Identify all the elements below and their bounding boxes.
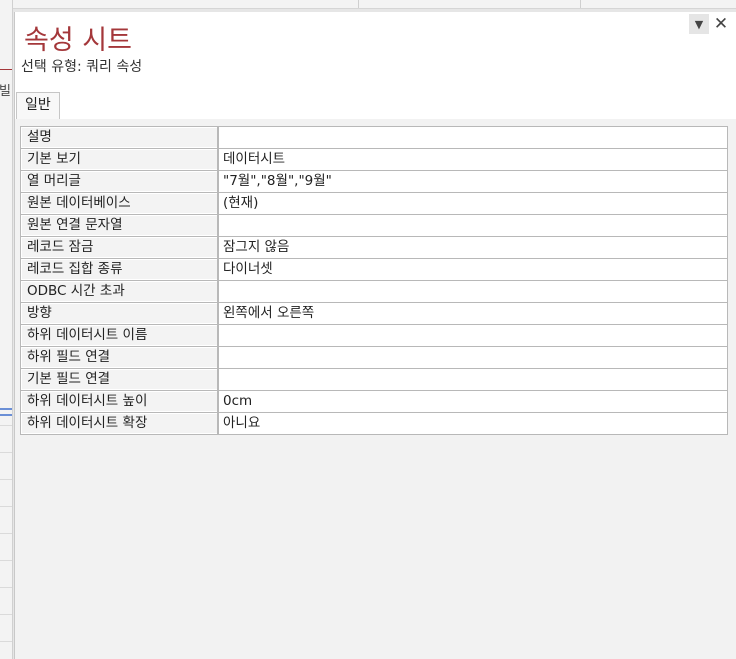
background-row-line [0, 506, 12, 507]
background-accent-line [0, 69, 12, 70]
column-separator [580, 0, 581, 8]
pane-title: 속성 시트 [24, 25, 132, 56]
property-value-field[interactable]: 데이터시트 [219, 149, 727, 170]
close-pane-button[interactable]: ✕ [711, 14, 731, 34]
background-column-headers [12, 0, 736, 9]
pane-options-button[interactable]: ▼ [689, 14, 709, 34]
property-value-field[interactable]: 왼쪽에서 오른쪽 [219, 303, 727, 324]
property-row[interactable]: 설명 [21, 127, 727, 149]
property-row[interactable]: 레코드 잠금 잠그지 않음 [21, 237, 727, 259]
property-label: 기본 보기 [21, 149, 217, 170]
property-sheet-pane: 속성 시트 선택 유형: 쿼리 속성 ▼ ✕ 일반 설명 기본 보기 데이터시트 열 … [14, 12, 736, 659]
background-row-line [0, 452, 12, 453]
background-row-line [0, 560, 12, 561]
close-icon: ✕ [713, 14, 729, 34]
property-grid-area: 설명 기본 보기 데이터시트 열 머리글 "7월","8월","9월" 원본 데이터베이스… [15, 119, 736, 659]
property-label: 하위 데이터시트 확장 [21, 413, 217, 434]
property-value-field[interactable]: "7월","8월","9월" [219, 171, 727, 192]
property-value-field[interactable] [219, 325, 727, 346]
property-value-field[interactable]: (현재) [219, 193, 727, 214]
property-grid: 설명 기본 보기 데이터시트 열 머리글 "7월","8월","9월" 원본 데이터베이스… [20, 126, 728, 435]
property-label: 하위 필드 연결 [21, 347, 217, 368]
property-value-field[interactable] [219, 215, 727, 236]
property-value-field[interactable] [219, 127, 727, 148]
property-row[interactable]: 기본 필드 연결 [21, 369, 727, 391]
pane-header: 속성 시트 선택 유형: 쿼리 속성 ▼ ✕ 일반 [15, 12, 736, 120]
background-selection-line [0, 414, 12, 416]
property-label: 하위 데이터시트 높이 [21, 391, 217, 412]
background-row-line [0, 479, 12, 480]
property-row[interactable]: 하위 데이터시트 확장 아니요 [21, 413, 727, 434]
property-label: 열 머리글 [21, 171, 217, 192]
property-label: ODBC 시간 초과 [21, 281, 217, 302]
property-row[interactable]: 원본 연결 문자열 [21, 215, 727, 237]
property-value-field[interactable] [219, 281, 727, 302]
selection-type-label: 선택 유형: 쿼리 속성 [21, 59, 143, 75]
property-row[interactable]: 하위 필드 연결 [21, 347, 727, 369]
tab-general[interactable]: 일반 [16, 92, 60, 120]
tab-strip: 일반 [15, 92, 736, 120]
background-row-line [0, 641, 12, 642]
background-row-line [0, 425, 12, 426]
property-value-field[interactable] [219, 369, 727, 390]
property-row[interactable]: 기본 보기 데이터시트 [21, 149, 727, 171]
property-row[interactable]: ODBC 시간 초과 [21, 281, 727, 303]
background-text-fragment: 빌 [0, 84, 11, 99]
background-row-line [0, 614, 12, 615]
property-label: 원본 연결 문자열 [21, 215, 217, 236]
property-value-field[interactable] [219, 347, 727, 368]
property-label: 하위 데이터시트 이름 [21, 325, 217, 346]
background-row-line [0, 533, 12, 534]
background-datasheet: 빌 [0, 0, 13, 659]
property-label: 원본 데이터베이스 [21, 193, 217, 214]
property-label: 설명 [21, 127, 217, 148]
property-value-field[interactable]: 다이너셋 [219, 259, 727, 280]
property-value-field[interactable]: 아니요 [219, 413, 727, 434]
column-separator [358, 0, 359, 8]
property-row[interactable]: 하위 데이터시트 높이 0cm [21, 391, 727, 413]
property-row[interactable]: 하위 데이터시트 이름 [21, 325, 727, 347]
dropdown-arrow-icon: ▼ [694, 17, 704, 31]
access-window: 빌 속성 시트 선택 유형: 쿼리 속성 ▼ ✕ 일반 설명 기본 보기 데이터… [0, 0, 736, 659]
property-row[interactable]: 원본 데이터베이스 (현재) [21, 193, 727, 215]
property-label: 레코드 잠금 [21, 237, 217, 258]
property-value-field[interactable]: 잠그지 않음 [219, 237, 727, 258]
property-value-field[interactable]: 0cm [219, 391, 727, 412]
property-row[interactable]: 레코드 집합 종류 다이너셋 [21, 259, 727, 281]
property-label: 레코드 집합 종류 [21, 259, 217, 280]
property-row[interactable]: 열 머리글 "7월","8월","9월" [21, 171, 727, 193]
property-label: 방향 [21, 303, 217, 324]
background-row-line [0, 587, 12, 588]
background-selection-line [0, 408, 12, 410]
property-label: 기본 필드 연결 [21, 369, 217, 390]
property-row[interactable]: 방향 왼쪽에서 오른쪽 [21, 303, 727, 325]
